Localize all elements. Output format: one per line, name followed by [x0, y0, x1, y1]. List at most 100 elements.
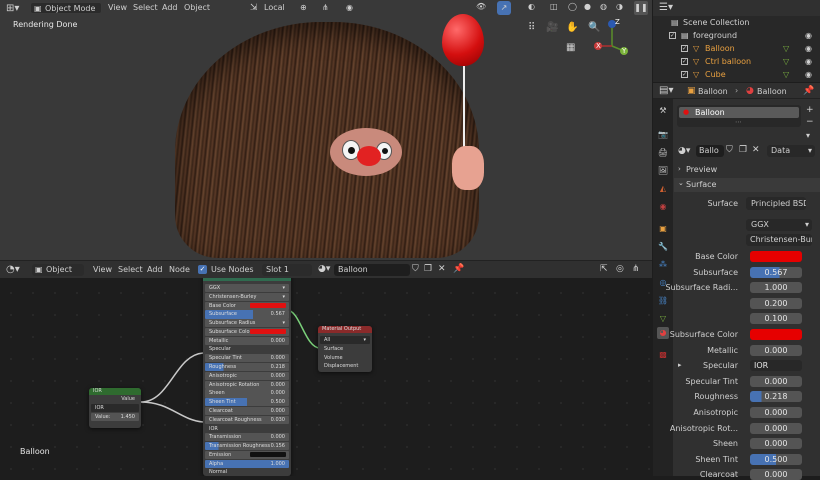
menu-view[interactable]: View — [108, 3, 127, 12]
bsdf-row[interactable]: Anisotropic 0.000 — [205, 371, 289, 380]
browse-material-icon[interactable]: ◕▾ — [678, 146, 690, 156]
ior-name-field[interactable]: IOR — [91, 403, 139, 412]
visibility-icon[interactable]: 👁 — [476, 2, 486, 11]
ne-menu-select[interactable]: Select — [118, 265, 143, 274]
menu-select[interactable]: Select — [133, 3, 158, 12]
ne-menu-view[interactable]: View — [93, 265, 112, 274]
bsdf-color-swatch[interactable] — [250, 452, 286, 458]
bsdf-row[interactable]: Clearcoat 0.000 — [205, 406, 289, 416]
hand-pan-icon[interactable]: ✋ — [566, 22, 578, 33]
bsdf-row[interactable]: Clearcoat Roughness 0.030 — [205, 415, 289, 424]
ior-output-socket[interactable]: Value — [91, 395, 139, 403]
exclude-checkbox[interactable]: ✓ — [681, 45, 688, 52]
visibility-eye-icon[interactable]: ◉ — [805, 68, 812, 81]
overlay-icon[interactable]: ◐ — [528, 2, 535, 11]
bsdf-row[interactable]: Anisotropic Rotation 0.000 — [205, 380, 289, 389]
principled-bsdf-node[interactable]: BSDF GGX▾ Christensen-Burley▾ Base Color… — [203, 274, 291, 476]
number-field[interactable]: 0.100 — [750, 313, 802, 325]
node-editor[interactable]: BSDF GGX▾ Christensen-Burley▾ Base Color… — [0, 260, 652, 476]
tab-output-icon[interactable]: 🖨 — [657, 147, 669, 159]
tab-texture-icon[interactable]: ▩ — [657, 349, 669, 361]
number-field[interactable]: 0.000 — [750, 438, 802, 450]
slider-field[interactable]: 0.218 — [750, 391, 802, 403]
xray-icon[interactable]: ◫ — [550, 2, 558, 11]
outliner-item-foreground[interactable]: ✓ ▤ foreground ◉ — [653, 29, 820, 42]
editor-type-icon[interactable]: ⊞▾ — [6, 3, 19, 14]
number-field[interactable]: 0.000 — [750, 469, 802, 480]
number-field[interactable]: 0.000 — [750, 375, 802, 387]
distribution-dropdown[interactable]: GGX ▾ — [746, 219, 812, 231]
mesh-data-icon[interactable]: ▽ — [783, 42, 789, 55]
linked-input-field[interactable]: IOR — [750, 360, 802, 372]
proportional-edit-icon[interactable]: ◉ — [346, 3, 353, 12]
shading-material-icon[interactable]: ◍ — [600, 2, 607, 11]
number-field[interactable]: 1.000 — [750, 282, 802, 294]
tab-view-layer-icon[interactable]: 🖼 — [657, 165, 669, 177]
snap-toggle-icon[interactable]: ⋔ — [632, 264, 640, 274]
material-slot-item[interactable]: ● Balloon — [679, 107, 799, 118]
use-nodes-checkbox[interactable]: ✓ — [198, 265, 207, 274]
tab-object-icon[interactable]: ▣ — [657, 223, 669, 235]
socket-surface[interactable]: Surface — [320, 345, 370, 353]
bsdf-color-swatch[interactable] — [250, 329, 286, 335]
tab-world-icon[interactable]: ◉ — [657, 201, 669, 213]
bsdf-row[interactable]: Sheen 0.000 — [205, 389, 289, 398]
pin-icon[interactable]: 📌 — [453, 264, 464, 274]
grid-dots-icon[interactable]: ⠿ — [528, 22, 535, 33]
ne-menu-node[interactable]: Node — [169, 265, 190, 274]
ne-menu-add[interactable]: Add — [147, 265, 163, 274]
tab-modifiers-icon[interactable]: 🔧 — [657, 241, 669, 253]
bsdf-row[interactable]: Transmission 0.000 — [205, 433, 289, 442]
number-field[interactable]: 0.200 — [750, 297, 802, 309]
bsdf-row[interactable]: Emission — [205, 450, 289, 460]
bsdf-row[interactable]: Transmission Roughness 0.156 — [205, 442, 289, 451]
shading-solid-icon[interactable]: ● — [584, 2, 591, 11]
outliner-scene-collection[interactable]: ▤ Scene Collection — [653, 16, 820, 29]
link-type-dropdown[interactable]: Data ▾ — [767, 145, 815, 157]
tab-tool-icon[interactable]: ⚒ — [657, 105, 669, 117]
bsdf-row[interactable]: Sheen Tint 0.500 — [205, 398, 289, 407]
duplicate-icon[interactable]: ❐ — [424, 264, 432, 274]
number-field[interactable]: 0.000 — [750, 407, 802, 418]
orientation-label[interactable]: Local — [264, 3, 285, 12]
props-duplicate-icon[interactable]: ❐ — [739, 145, 747, 155]
unlink-icon[interactable]: ✕ — [438, 264, 446, 274]
shading-wire-icon[interactable]: ◯ — [568, 2, 577, 11]
material-browse-icon[interactable]: ◕▾ — [318, 264, 330, 274]
add-slot-icon[interactable]: + — [806, 105, 814, 115]
ior-value-field[interactable]: Value: 1.450 — [91, 412, 139, 421]
pause-icon[interactable]: ❚❚ — [634, 1, 648, 15]
menu-add[interactable]: Add — [162, 3, 178, 12]
outliner-type-icon[interactable]: ☰▾ — [659, 2, 673, 13]
slot-specials-icon[interactable]: ▾ — [806, 131, 810, 140]
3d-viewport[interactable]: ⊞▾ ▣ Object Mode View Select Add Object … — [0, 0, 652, 260]
outliner-item-balloon[interactable]: ✓ ▽ Balloon ▽ ◉ — [653, 42, 820, 55]
tab-material-icon[interactable]: ◕ — [657, 327, 669, 339]
zoom-icon[interactable]: 🔍 — [588, 22, 600, 33]
surface-panel-header[interactable]: ⌄ Surface — [674, 178, 820, 192]
bsdf-row[interactable]: Specular Tint 0.000 — [205, 354, 289, 363]
color-field[interactable] — [750, 329, 802, 340]
expand-link-icon[interactable]: ▸ — [678, 361, 682, 369]
bsdf-row[interactable]: IOR — [205, 425, 289, 433]
material-name-field[interactable]: Balloon — [334, 264, 410, 276]
bsdf-row[interactable]: Roughness 0.218 — [205, 363, 289, 372]
bsdf-row[interactable]: Specular — [205, 345, 289, 353]
tab-render-icon[interactable]: 📷 — [657, 129, 669, 141]
parent-node-tree-icon[interactable]: ⇱ — [600, 264, 608, 274]
shading-rendered-icon[interactable]: ◑ — [616, 2, 623, 11]
slot-dropdown[interactable]: Slot 1 — [262, 264, 312, 276]
color-field[interactable] — [750, 251, 802, 262]
bsdf-color-swatch[interactable] — [250, 303, 286, 309]
ior-value-node[interactable]: IOR Value IOR Value: 1.450 — [89, 388, 141, 428]
tab-particles-icon[interactable]: ⁂ — [657, 259, 669, 271]
bsdf-row[interactable]: Subsurface 0.567 — [205, 310, 289, 319]
bsdf-subsurface-method-dropdown[interactable]: Christensen-Burley ▾ — [205, 292, 289, 301]
perspective-grid-icon[interactable]: ▦ — [566, 42, 575, 53]
subsurface-method-dropdown[interactable]: Christensen-Bur... — [746, 234, 812, 246]
visibility-eye-icon[interactable]: ◉ — [805, 42, 812, 55]
material-slot-list[interactable]: ● Balloon ⋯ — [677, 105, 801, 127]
fake-user-icon[interactable]: ⛉ — [412, 264, 419, 274]
visibility-eye-icon[interactable]: ◉ — [805, 29, 812, 42]
camera-view-icon[interactable]: 🎥 — [546, 22, 558, 33]
